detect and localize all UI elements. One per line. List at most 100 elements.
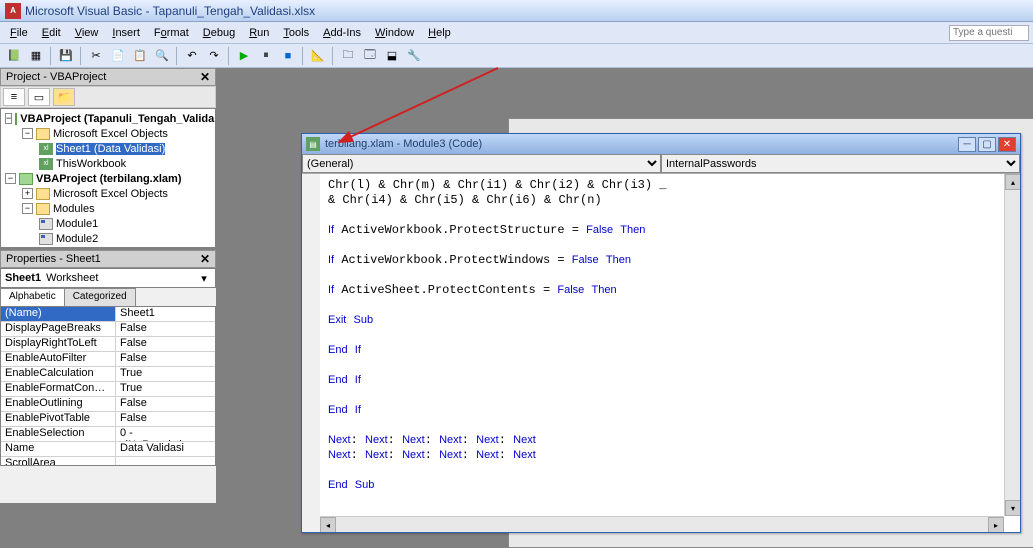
tb-project-explorer[interactable]: 🗀 (338, 46, 358, 66)
tb-insert[interactable]: ▦ (26, 46, 46, 66)
maximize-button[interactable]: ▢ (978, 137, 996, 152)
prop-name: EnableAutoFilter (1, 352, 116, 366)
dropdown-icon[interactable]: ▾ (197, 272, 211, 285)
vertical-scrollbar[interactable]: ▴ ▾ (1004, 174, 1020, 516)
properties-grid[interactable]: (Name)Sheet1DisplayPageBreaksFalseDispla… (0, 306, 216, 466)
horizontal-scrollbar[interactable]: ◂ ▸ (320, 516, 1004, 532)
tree-modules[interactable]: −Modules (3, 201, 213, 216)
tb-properties[interactable]: 🗔 (360, 46, 380, 66)
code-window[interactable]: ▤ terbilang.xlam - Module3 (Code) ─ ▢ ✕ … (301, 133, 1021, 533)
prop-value[interactable]: 0 - xlNoRestrictions (116, 427, 215, 441)
tb-reset[interactable]: ■ (278, 46, 298, 66)
tb-redo[interactable]: ↷ (204, 46, 224, 66)
properties-panel-label: Properties - Sheet1 (6, 253, 101, 265)
prop-row[interactable]: DisplayRightToLeftFalse (1, 337, 215, 352)
menu-run[interactable]: Run (243, 25, 275, 41)
menu-window[interactable]: Window (369, 25, 420, 41)
prop-value[interactable]: False (116, 397, 215, 411)
prop-row[interactable]: EnablePivotTableFalse (1, 412, 215, 427)
tb-run[interactable]: ▶ (234, 46, 254, 66)
tb-object-browser[interactable]: ⬓ (382, 46, 402, 66)
prop-row[interactable]: EnableSelection0 - xlNoRestrictions (1, 427, 215, 442)
tree-excel-objects1[interactable]: −Microsoft Excel Objects (3, 126, 213, 141)
tree-collapse-icon[interactable]: − (5, 173, 16, 184)
tree-module2[interactable]: Module2 (3, 231, 213, 246)
tree-excel-objects2[interactable]: +Microsoft Excel Objects (3, 186, 213, 201)
code-editor[interactable]: Chr(l) & Chr(m) & Chr(i1) & Chr(i2) & Ch… (302, 174, 1020, 532)
tree-project1[interactable]: −VBAProject (Tapanuli_Tengah_Validasi (3, 111, 213, 126)
tb-find[interactable]: 🔍 (152, 46, 172, 66)
prop-value[interactable]: Data Validasi (116, 442, 215, 456)
prop-row[interactable]: NameData Validasi (1, 442, 215, 457)
prop-row[interactable]: EnableOutliningFalse (1, 397, 215, 412)
menu-help[interactable]: Help (422, 25, 457, 41)
tree-collapse-icon[interactable]: − (22, 128, 33, 139)
tree-collapse-icon[interactable]: − (5, 113, 12, 124)
tree-module1[interactable]: Module1 (3, 216, 213, 231)
properties-panel-close[interactable]: ✕ (200, 252, 210, 266)
tb-copy[interactable]: 📄 (108, 46, 128, 66)
tree-expand-icon[interactable]: + (22, 188, 33, 199)
tab-categorized[interactable]: Categorized (64, 288, 136, 306)
tree-collapse-icon[interactable]: − (22, 203, 33, 214)
proj-view-object[interactable]: ▭ (28, 88, 50, 106)
minimize-button[interactable]: ─ (958, 137, 976, 152)
prop-row[interactable]: EnableFormatConditionsCaTrue (1, 382, 215, 397)
tb-cut[interactable]: ✂ (86, 46, 106, 66)
toolbar: 📗 ▦ 💾 ✂ 📄 📋 🔍 ↶ ↷ ▶ ⏸ ■ 📐 🗀 🗔 ⬓ 🔧 (0, 44, 1033, 68)
project-panel-close[interactable]: ✕ (200, 70, 210, 84)
workbook-icon: xl (39, 158, 53, 170)
project-tree[interactable]: −VBAProject (Tapanuli_Tengah_Validasi −M… (0, 108, 216, 248)
prop-row[interactable]: ScrollArea (1, 457, 215, 466)
code-window-titlebar[interactable]: ▤ terbilang.xlam - Module3 (Code) ─ ▢ ✕ (302, 134, 1020, 154)
menu-tools[interactable]: Tools (277, 25, 315, 41)
scroll-up-icon[interactable]: ▴ (1005, 174, 1020, 190)
app-titlebar[interactable]: A Microsoft Visual Basic - Tapanuli_Teng… (0, 0, 1033, 22)
scroll-right-icon[interactable]: ▸ (988, 517, 1004, 532)
proj-toggle-folders[interactable]: 📁 (53, 88, 75, 106)
properties-panel-title[interactable]: Properties - Sheet1 ✕ (0, 250, 216, 268)
menu-addins[interactable]: Add-Ins (317, 25, 367, 41)
tree-project2[interactable]: −VBAProject (terbilang.xlam) (3, 171, 213, 186)
close-button[interactable]: ✕ (998, 137, 1016, 152)
prop-row[interactable]: EnableCalculationTrue (1, 367, 215, 382)
app-title: Microsoft Visual Basic - Tapanuli_Tengah… (25, 4, 315, 18)
tb-view-excel[interactable]: 📗 (4, 46, 24, 66)
prop-row[interactable]: (Name)Sheet1 (1, 307, 215, 322)
prop-value[interactable]: False (116, 352, 215, 366)
scroll-left-icon[interactable]: ◂ (320, 517, 336, 532)
code-dropdowns: (General) InternalPasswords (302, 154, 1020, 174)
menu-debug[interactable]: Debug (197, 25, 241, 41)
tb-undo[interactable]: ↶ (182, 46, 202, 66)
menu-format[interactable]: Format (148, 25, 195, 41)
properties-object-selector[interactable]: Sheet1 Worksheet ▾ (0, 268, 216, 288)
scroll-down-icon[interactable]: ▾ (1005, 500, 1020, 516)
tb-save[interactable]: 💾 (56, 46, 76, 66)
proj-view-code[interactable]: ≡ (3, 88, 25, 106)
prop-value[interactable] (116, 457, 215, 466)
prop-value[interactable]: True (116, 382, 215, 396)
prop-value[interactable]: Sheet1 (116, 307, 215, 321)
menu-file[interactable]: File (4, 25, 34, 41)
project-panel-title[interactable]: Project - VBAProject ✕ (0, 68, 216, 86)
menu-view[interactable]: View (69, 25, 105, 41)
prop-value[interactable]: False (116, 322, 215, 336)
object-dropdown[interactable]: (General) (302, 154, 661, 173)
menu-edit[interactable]: Edit (36, 25, 67, 41)
procedure-dropdown[interactable]: InternalPasswords (661, 154, 1020, 173)
prop-value[interactable]: False (116, 337, 215, 351)
code-text[interactable]: Chr(l) & Chr(m) & Chr(i1) & Chr(i2) & Ch… (328, 178, 1012, 493)
menu-insert[interactable]: Insert (106, 25, 146, 41)
prop-value[interactable]: True (116, 367, 215, 381)
tree-thisworkbook1[interactable]: xlThisWorkbook (3, 156, 213, 171)
tab-alphabetic[interactable]: Alphabetic (0, 288, 65, 306)
tb-design[interactable]: 📐 (308, 46, 328, 66)
tree-sheet1[interactable]: xlSheet1 (Data Validasi) (3, 141, 213, 156)
prop-value[interactable]: False (116, 412, 215, 426)
tb-break[interactable]: ⏸ (256, 46, 276, 66)
tb-toolbox[interactable]: 🔧 (404, 46, 424, 66)
question-input[interactable] (949, 25, 1029, 41)
tb-paste[interactable]: 📋 (130, 46, 150, 66)
prop-row[interactable]: DisplayPageBreaksFalse (1, 322, 215, 337)
prop-row[interactable]: EnableAutoFilterFalse (1, 352, 215, 367)
